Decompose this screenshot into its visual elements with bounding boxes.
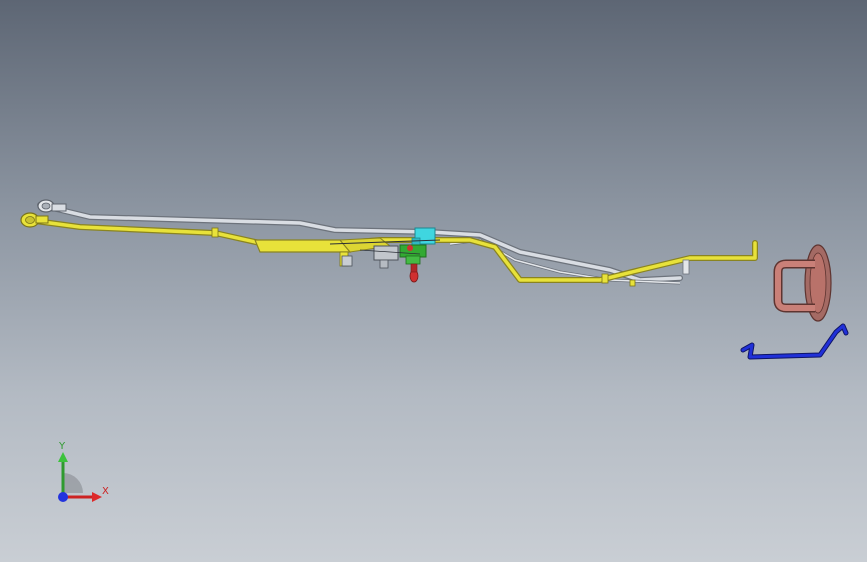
- graphics-viewport[interactable]: Y X: [0, 0, 867, 562]
- y-axis-head: [58, 452, 68, 462]
- green-fitting-lower: [405, 255, 421, 265]
- yellow-bracket[interactable]: [254, 239, 352, 253]
- blue-hook-body: [741, 324, 848, 359]
- coordinate-triad: Y X: [44, 440, 120, 510]
- x-axis-head: [92, 492, 102, 502]
- x-axis-label: X: [102, 486, 109, 497]
- y-axis-label: Y: [59, 441, 66, 452]
- small-grey-part: [341, 255, 353, 267]
- green-fitting[interactable]: [399, 244, 427, 258]
- tube-clip[interactable]: [601, 273, 609, 284]
- triad-graphic: [58, 452, 102, 502]
- blue-hook-part[interactable]: [740, 323, 849, 360]
- grey-bracket: [373, 245, 399, 261]
- z-axis-dot: [58, 492, 68, 502]
- silver-end-fitting[interactable]: [37, 199, 67, 213]
- tube-clip[interactable]: [682, 259, 690, 275]
- triad-xy-plane: [63, 473, 83, 493]
- copper-loop-part[interactable]: [773, 244, 832, 322]
- grey-bracket-foot: [379, 259, 389, 269]
- tube-clip[interactable]: [629, 279, 636, 287]
- red-valve-stem: [410, 263, 418, 273]
- assembly-model[interactable]: [0, 0, 867, 562]
- red-marker: [407, 245, 413, 251]
- tube-clip[interactable]: [211, 227, 219, 238]
